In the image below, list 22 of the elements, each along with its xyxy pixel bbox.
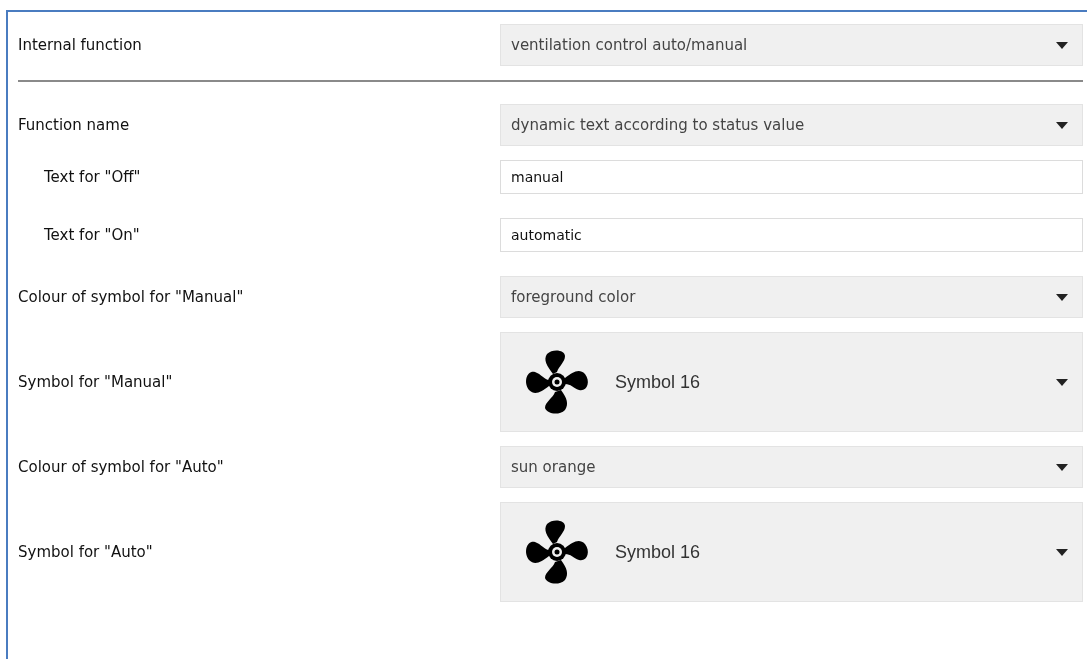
symbol-dropdown[interactable]: Symbol 16	[500, 332, 1083, 432]
caret-icon	[1056, 463, 1068, 471]
dropdown[interactable]: foreground color	[500, 276, 1083, 318]
caret-icon	[1056, 378, 1068, 386]
caret-icon	[1056, 121, 1068, 129]
caret-icon	[1056, 41, 1068, 49]
caret-icon	[1056, 293, 1068, 301]
caret-icon	[1056, 548, 1068, 556]
field-label: Internal function	[18, 36, 143, 54]
field-label: Symbol for "Auto"	[18, 543, 154, 561]
dropdown[interactable]: ventilation control auto/manual	[500, 24, 1083, 66]
field-label: Colour of symbol for "Auto"	[18, 458, 225, 476]
field-label: Text for "Off"	[43, 168, 142, 186]
field-label: Text for "On"	[43, 226, 141, 244]
field-label: Colour of symbol for "Manual"	[18, 288, 245, 306]
dropdown[interactable]: dynamic text according to status value	[500, 104, 1083, 146]
symbol-dropdown[interactable]: Symbol 16	[500, 502, 1083, 602]
dropdown[interactable]: sun orange	[500, 446, 1083, 488]
input-field[interactable]: manual	[500, 160, 1083, 194]
input-field[interactable]: automatic	[500, 218, 1083, 252]
field-label: Symbol for "Manual"	[18, 373, 174, 391]
field-label: Function name	[18, 116, 131, 134]
